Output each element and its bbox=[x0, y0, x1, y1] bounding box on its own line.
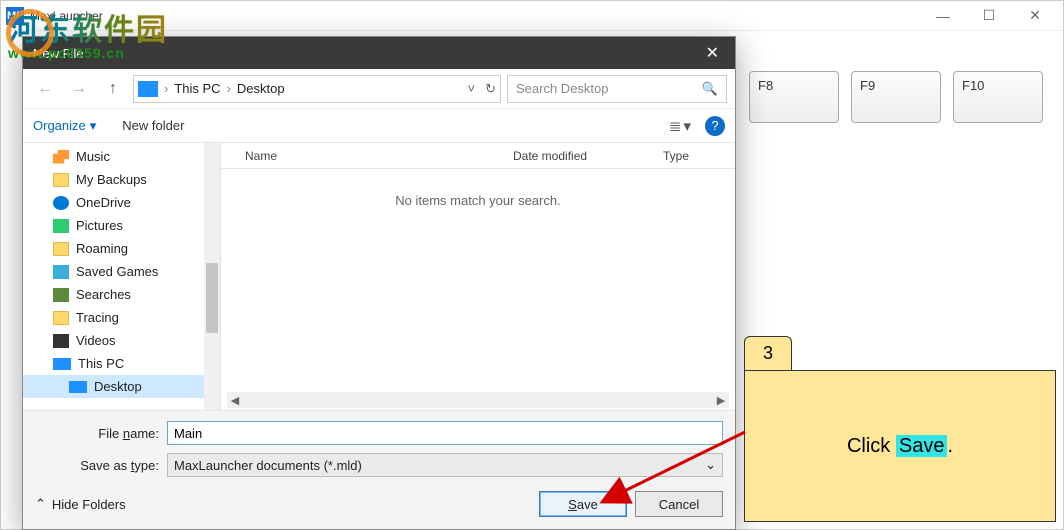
chevron-up-icon: ⌃ bbox=[35, 496, 46, 512]
tree-item-label: Desktop bbox=[94, 379, 142, 394]
hide-folders-label: Hide Folders bbox=[52, 497, 126, 512]
chevron-down-icon: ▾ bbox=[683, 117, 691, 135]
pictures-icon bbox=[53, 219, 69, 233]
address-bar[interactable]: › This PC › Desktop ˅ ↻ bbox=[133, 75, 501, 103]
empty-message: No items match your search. bbox=[221, 193, 735, 208]
tree-item-tracing[interactable]: Tracing bbox=[23, 306, 220, 329]
tree-item-label: Saved Games bbox=[76, 264, 158, 279]
refresh-button[interactable]: ↻ bbox=[485, 81, 496, 97]
tree-item-label: This PC bbox=[78, 356, 124, 371]
nav-back-button[interactable]: ← bbox=[31, 75, 59, 103]
maximize-button[interactable]: ☐ bbox=[966, 1, 1012, 31]
filetype-label: Save as type: bbox=[35, 458, 167, 473]
f8-button[interactable]: F8 bbox=[749, 71, 839, 123]
tree-item-label: Roaming bbox=[76, 241, 128, 256]
tree-item-pictures[interactable]: Pictures bbox=[23, 214, 220, 237]
folder-tree[interactable]: Music My Backups OneDrive Pictures Roaming Sa… bbox=[23, 143, 221, 410]
organize-label: Organize bbox=[33, 118, 86, 133]
breadcrumb-dropdown[interactable]: ˅ bbox=[468, 81, 476, 96]
column-headers: Name Date modified Type bbox=[221, 143, 735, 169]
tree-item-label: My Backups bbox=[76, 172, 147, 187]
list-view-icon: ≣ bbox=[669, 117, 682, 135]
tree-item-label: Music bbox=[76, 149, 110, 164]
tree-item-music[interactable]: Music bbox=[23, 145, 220, 168]
view-mode-button[interactable]: ≣ ▾ bbox=[669, 117, 691, 135]
f9-button[interactable]: F9 bbox=[851, 71, 941, 123]
annotation-highlight: Save bbox=[896, 435, 948, 457]
window-controls: — ☐ ✕ bbox=[920, 1, 1058, 31]
save-dialog: New File ✕ ← → ↑ › This PC › Desktop ˅ ↻… bbox=[22, 36, 736, 530]
filename-input[interactable] bbox=[167, 421, 723, 445]
tree-item-my-backups[interactable]: My Backups bbox=[23, 168, 220, 191]
tree-item-onedrive[interactable]: OneDrive bbox=[23, 191, 220, 214]
folder-icon bbox=[53, 311, 69, 325]
column-date[interactable]: Date modified bbox=[501, 149, 651, 163]
watermark-circle-icon bbox=[6, 9, 54, 57]
column-name[interactable]: Name bbox=[221, 149, 501, 163]
cancel-button[interactable]: Cancel bbox=[635, 491, 723, 517]
organize-menu[interactable]: Organize ▾ bbox=[33, 118, 96, 134]
onedrive-icon bbox=[53, 196, 69, 210]
scroll-left-icon[interactable]: ◀ bbox=[227, 392, 243, 408]
tree-item-label: OneDrive bbox=[76, 195, 131, 210]
save-button[interactable]: Save bbox=[539, 491, 627, 517]
annotation-text-pre: Click bbox=[847, 435, 896, 457]
breadcrumb-sep: › bbox=[162, 81, 170, 96]
tree-scrollbar[interactable] bbox=[204, 143, 220, 410]
tree-item-desktop[interactable]: Desktop bbox=[23, 375, 220, 398]
scrollbar-thumb[interactable] bbox=[206, 263, 218, 333]
folder-icon bbox=[53, 173, 69, 187]
tree-item-label: Searches bbox=[76, 287, 131, 302]
minimize-button[interactable]: — bbox=[920, 1, 966, 31]
tree-item-this-pc[interactable]: This PC bbox=[23, 352, 220, 375]
watermark: 河东软件园 www.pc0359.cn bbox=[8, 5, 168, 61]
close-button[interactable]: ✕ bbox=[1012, 1, 1058, 31]
annotation-box: Click Save. bbox=[744, 370, 1056, 522]
pc-icon bbox=[53, 358, 71, 370]
pc-icon bbox=[138, 81, 158, 97]
search-input[interactable]: Search Desktop 🔍 bbox=[507, 75, 727, 103]
search-placeholder: Search Desktop bbox=[516, 81, 609, 96]
filename-label: File name: bbox=[35, 426, 167, 441]
column-type[interactable]: Type bbox=[651, 149, 735, 163]
dialog-toolbar: Organize ▾ New folder ≣ ▾ ? bbox=[23, 109, 735, 143]
tree-item-searches[interactable]: Searches bbox=[23, 283, 220, 306]
tree-item-videos[interactable]: Videos bbox=[23, 329, 220, 352]
tree-item-label: Videos bbox=[76, 333, 116, 348]
tree-item-label: Pictures bbox=[76, 218, 123, 233]
f-key-row: F8 F9 F10 bbox=[749, 71, 1043, 123]
videos-icon bbox=[53, 334, 69, 348]
tree-item-saved-games[interactable]: Saved Games bbox=[23, 260, 220, 283]
help-button[interactable]: ? bbox=[705, 116, 725, 136]
saved-icon bbox=[53, 265, 69, 279]
annotation-step-tab: 3 bbox=[744, 336, 792, 370]
pc-icon bbox=[69, 381, 87, 393]
file-list-pane: Name Date modified Type No items match y… bbox=[221, 143, 735, 410]
chevron-down-icon: ▾ bbox=[90, 118, 97, 134]
dialog-body: Music My Backups OneDrive Pictures Roaming Sa… bbox=[23, 143, 735, 410]
tree-item-roaming[interactable]: Roaming bbox=[23, 237, 220, 260]
breadcrumb-sep: › bbox=[225, 81, 233, 96]
dialog-nav-row: ← → ↑ › This PC › Desktop ˅ ↻ Search Des… bbox=[23, 69, 735, 109]
breadcrumb-desktop[interactable]: Desktop bbox=[237, 81, 285, 96]
f10-button[interactable]: F10 bbox=[953, 71, 1043, 123]
search-icon: 🔍 bbox=[702, 81, 718, 97]
nav-forward-button[interactable]: → bbox=[65, 75, 93, 103]
hide-folders-button[interactable]: ⌃ Hide Folders bbox=[35, 496, 126, 512]
folder-icon bbox=[53, 242, 69, 256]
annotation-text-post: . bbox=[947, 435, 953, 457]
music-icon bbox=[53, 150, 69, 164]
scroll-right-icon[interactable]: ▶ bbox=[713, 392, 729, 408]
tree-item-label: Tracing bbox=[76, 310, 119, 325]
dialog-close-button[interactable]: ✕ bbox=[700, 43, 725, 63]
search-icon bbox=[53, 288, 69, 302]
dialog-footer: File name: Save as type: MaxLauncher doc… bbox=[23, 410, 735, 529]
chevron-down-icon: ⌄ bbox=[705, 457, 716, 473]
new-folder-button[interactable]: New folder bbox=[122, 118, 184, 133]
horizontal-scrollbar[interactable]: ◀ ▶ bbox=[227, 392, 729, 408]
breadcrumb-this-pc[interactable]: This PC bbox=[174, 81, 220, 96]
filetype-select[interactable]: MaxLauncher documents (*.mld) ⌄ bbox=[167, 453, 723, 477]
filetype-value: MaxLauncher documents (*.mld) bbox=[174, 458, 362, 473]
nav-up-button[interactable]: ↑ bbox=[99, 75, 127, 103]
